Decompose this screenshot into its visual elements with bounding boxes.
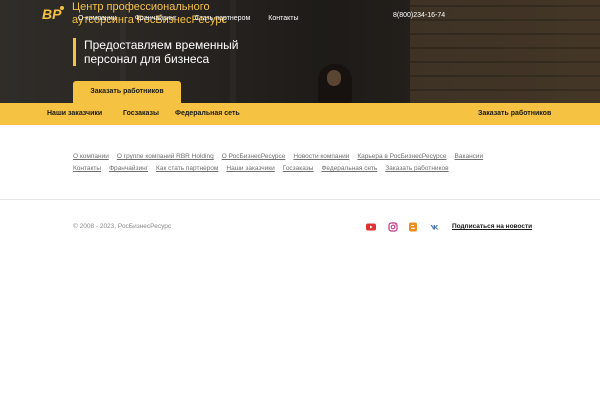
subnav-item-clients[interactable]: Наши заказчики (47, 103, 102, 125)
top-nav: О компании Франчайзинг Стать партнером К… (78, 13, 299, 25)
phone-number[interactable]: 8(800)234-16-74 (393, 10, 445, 22)
footer-link[interactable]: Новости компании (293, 152, 349, 162)
footer-link[interactable]: Заказать работников (385, 164, 448, 174)
footer-link[interactable]: Федеральная сеть (321, 164, 377, 174)
hero-tagline: Предоставляем временный персонал для биз… (73, 38, 273, 66)
footer-link[interactable]: Контакты (73, 164, 101, 174)
nav-item-franchise[interactable]: Франчайзинг (135, 13, 177, 25)
logo-mark-dot (60, 6, 64, 10)
footer-link[interactable]: О РосБизнесРесурсе (222, 152, 286, 162)
footer-link[interactable]: О группе компаний RBR Holding (117, 152, 214, 162)
copyright: © 2008 - 2023, РосБизнесРесурс (73, 223, 172, 230)
subnav-item-gov-orders[interactable]: Госзаказы (123, 103, 159, 125)
subnav-item-federal-network[interactable]: Федеральная сеть (175, 103, 240, 125)
footer-divider (0, 199, 600, 200)
sitemap-row: Контакты Франчайзинг Как стать партнером… (73, 164, 533, 174)
nav-item-about[interactable]: О компании (78, 13, 117, 25)
nav-item-contacts[interactable]: Контакты (268, 13, 298, 25)
subscribe-link[interactable]: Подписаться на новости (452, 222, 532, 232)
nav-item-partner[interactable]: Стать партнером (195, 13, 251, 25)
footer-sitemap: О компании О группе компаний RBR Holding… (73, 152, 533, 176)
footer-link[interactable]: Наши заказчики (226, 164, 274, 174)
instagram-icon[interactable] (388, 222, 398, 232)
footer-link[interactable]: Карьера в РосБизнесРесурсе (357, 152, 446, 162)
footer-link[interactable]: Франчайзинг (109, 164, 148, 174)
footer-link[interactable]: О компании (73, 152, 109, 162)
order-workers-button[interactable]: Заказать работников (73, 81, 181, 103)
sitemap-row: О компании О группе компаний RBR Holding… (73, 152, 533, 162)
subnav-order-workers[interactable]: Заказать работников (478, 103, 551, 125)
footer-link[interactable]: Госзаказы (283, 164, 314, 174)
footer-link[interactable]: Как стать партнером (156, 164, 218, 174)
sub-nav-bar: Наши заказчики Госзаказы Федеральная сет… (0, 103, 600, 125)
vk-icon[interactable] (430, 222, 440, 232)
footer-link[interactable]: Вакансии (455, 152, 484, 162)
youtube-icon[interactable] (366, 222, 376, 232)
blogger-icon[interactable] (408, 222, 418, 232)
